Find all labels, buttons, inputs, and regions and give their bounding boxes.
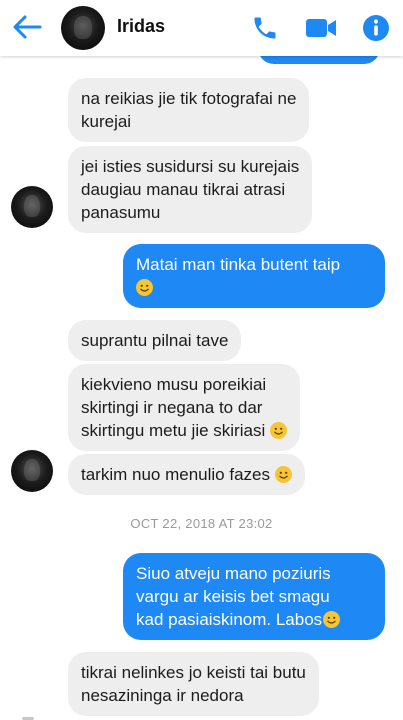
message-text: Matai man tinka butent taip <box>136 255 341 274</box>
back-arrow-icon[interactable] <box>10 12 44 42</box>
message-bubble-incoming[interactable]: na reikias jie tik fotografai ne kurejai <box>68 78 310 142</box>
message-text: suprantu pilnai tave <box>81 331 229 350</box>
message-bubble-incoming[interactable]: suprantu pilnai tave <box>68 320 242 361</box>
chat-header: Iridas <box>0 0 403 56</box>
message-bubble-incoming[interactable]: tarkim nuo menulio fazes <box>68 454 305 495</box>
sender-avatar <box>11 450 53 492</box>
info-icon[interactable] <box>362 14 390 42</box>
phone-icon[interactable] <box>251 14 279 42</box>
message-bubble-outgoing-partial <box>258 56 380 64</box>
smiley-emoji-icon <box>269 422 287 439</box>
message-timestamp: OCT 22, 2018 AT 23:02 <box>130 516 273 531</box>
smiley-emoji-icon <box>136 279 153 296</box>
message-list[interactable]: na reikias jie tik fotografai ne kurejai… <box>0 56 403 720</box>
message-bubble-incoming[interactable]: jei isties susidursi su kurejais daugiau… <box>68 146 313 233</box>
message-text: tarkim nuo menulio fazes <box>81 465 270 484</box>
sender-avatar <box>11 186 53 228</box>
message-text: kiekvieno musu poreikiai skirtingi ir ne… <box>81 375 267 440</box>
message-text: na reikias jie tik fotografai ne kurejai <box>81 89 297 131</box>
contact-name[interactable]: Iridas <box>117 16 165 37</box>
message-text: Siuo atveju mano poziuris vargu ar keisi… <box>136 564 331 629</box>
contact-avatar[interactable] <box>61 6 105 50</box>
video-camera-icon[interactable] <box>305 16 337 40</box>
message-bubble-incoming[interactable]: tikrai nelinkes jo keisti tai butu nesaz… <box>68 652 319 716</box>
smiley-emoji-icon <box>323 611 341 628</box>
message-text: tikrai nelinkes jo keisti tai butu nesaz… <box>81 663 306 705</box>
message-bubble-outgoing[interactable]: Siuo atveju mano poziuris vargu ar keisi… <box>123 553 385 640</box>
message-bubble-incoming[interactable]: kiekvieno musu poreikiai skirtingi ir ne… <box>68 364 300 451</box>
message-bubble-outgoing[interactable]: Matai man tinka butent taip <box>123 244 385 308</box>
smiley-emoji-icon <box>274 466 292 483</box>
message-text: jei isties susidursi su kurejais daugiau… <box>81 157 300 222</box>
